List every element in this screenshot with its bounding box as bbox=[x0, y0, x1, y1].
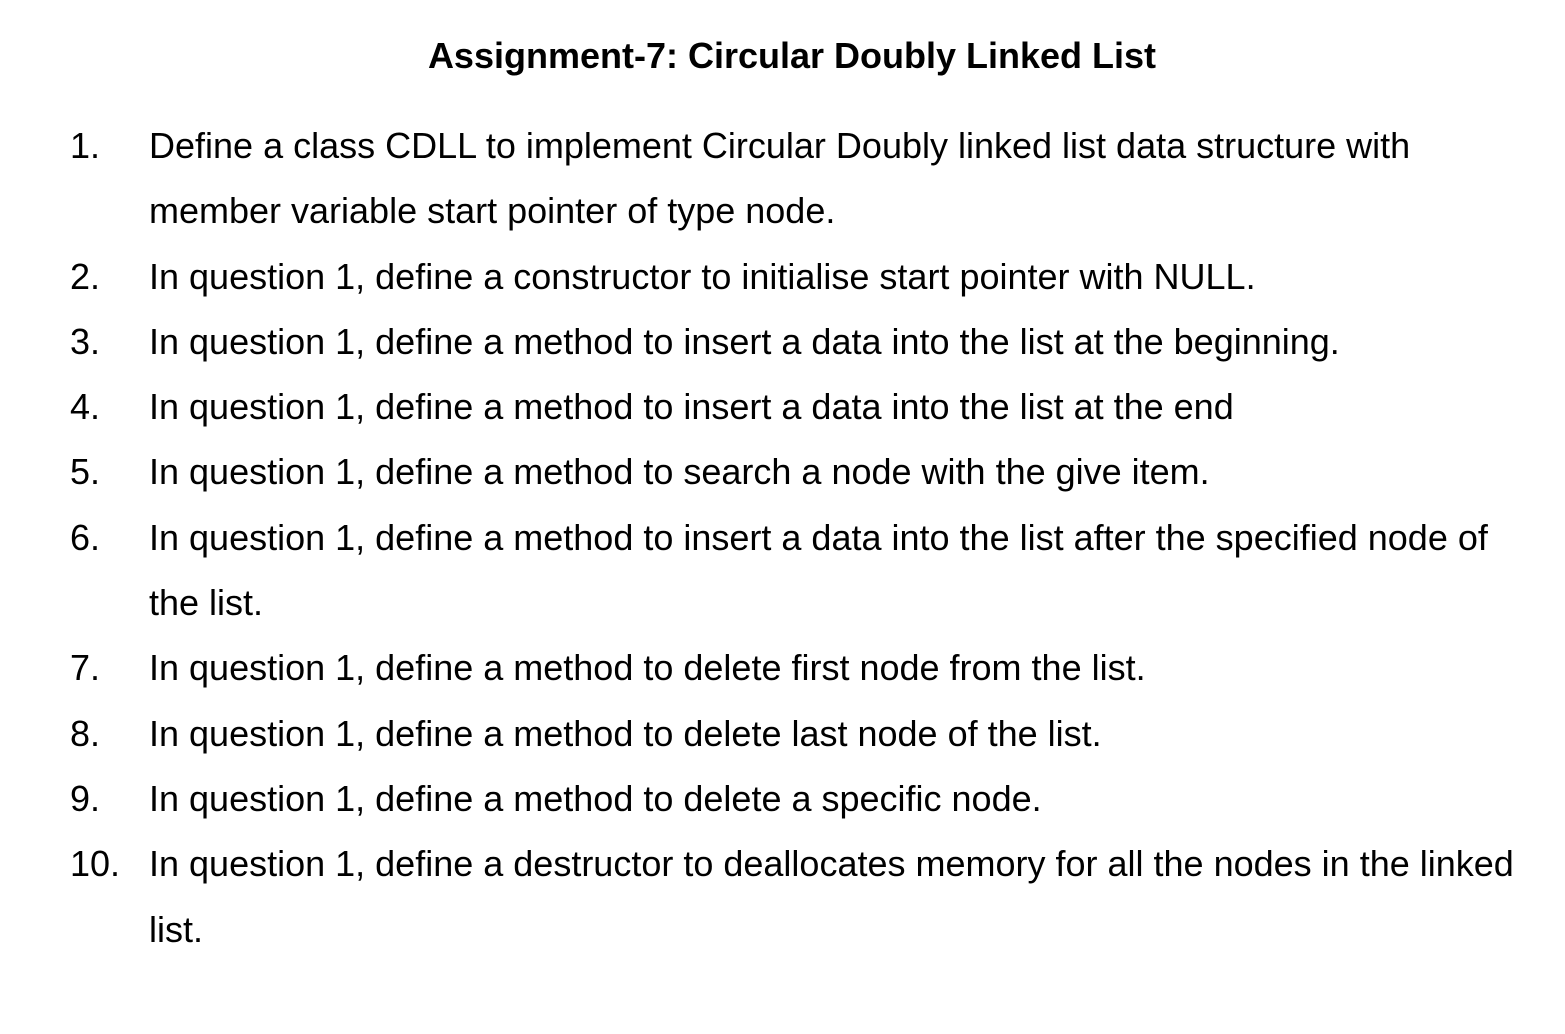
question-number: 10. bbox=[70, 843, 121, 885]
question-number: 9. bbox=[70, 777, 101, 819]
question-item: 10. In question 1, define a destructor t… bbox=[0, 831, 1565, 962]
question-item: 1. Define a class CDLL to implement Circ… bbox=[0, 113, 1565, 244]
question-item: 4. In question 1, define a method to ins… bbox=[0, 374, 1565, 439]
question-number: 2. bbox=[70, 255, 101, 297]
question-text: In question 1, define a method to delete… bbox=[149, 712, 1102, 754]
question-number: 4. bbox=[70, 386, 101, 428]
question-text: In question 1, define a destructor to de… bbox=[149, 843, 1514, 950]
question-item: 5. In question 1, define a method to sea… bbox=[0, 439, 1565, 504]
question-item: 6. In question 1, define a method to ins… bbox=[0, 505, 1565, 636]
question-text: In question 1, define a constructor to i… bbox=[149, 255, 1256, 297]
question-text: In question 1, define a method to insert… bbox=[149, 516, 1488, 624]
question-number: 6. bbox=[70, 516, 101, 558]
question-item: 2. In question 1, define a constructor t… bbox=[0, 244, 1565, 309]
question-text: Define a class CDLL to implement Circula… bbox=[149, 125, 1411, 232]
question-number: 1. bbox=[70, 125, 101, 166]
question-text: In question 1, define a method to insert… bbox=[149, 320, 1340, 362]
question-item: 7. In question 1, define a method to del… bbox=[0, 635, 1565, 700]
question-number: 7. bbox=[70, 647, 101, 689]
question-list: 1. Define a class CDLL to implement Circ… bbox=[0, 113, 1565, 962]
question-item: 8. In question 1, define a method to del… bbox=[0, 701, 1565, 766]
question-number: 8. bbox=[70, 712, 101, 754]
question-text: In question 1, define a method to delete… bbox=[149, 647, 1146, 689]
question-number: 3. bbox=[70, 320, 101, 362]
page-title: Assignment-7: Circular Doubly Linked Lis… bbox=[427, 35, 1157, 76]
question-item: 3. In question 1, define a method to ins… bbox=[0, 309, 1565, 374]
question-number: 5. bbox=[70, 451, 101, 493]
question-text: In question 1, define a method to insert… bbox=[149, 386, 1234, 428]
document-page: Assignment-7: Circular Doubly Linked Lis… bbox=[0, 0, 1565, 1034]
question-text: In question 1, define a method to delete… bbox=[149, 777, 1042, 819]
question-text: In question 1, define a method to search… bbox=[149, 451, 1210, 493]
question-item: 9. In question 1, define a method to del… bbox=[0, 766, 1565, 831]
